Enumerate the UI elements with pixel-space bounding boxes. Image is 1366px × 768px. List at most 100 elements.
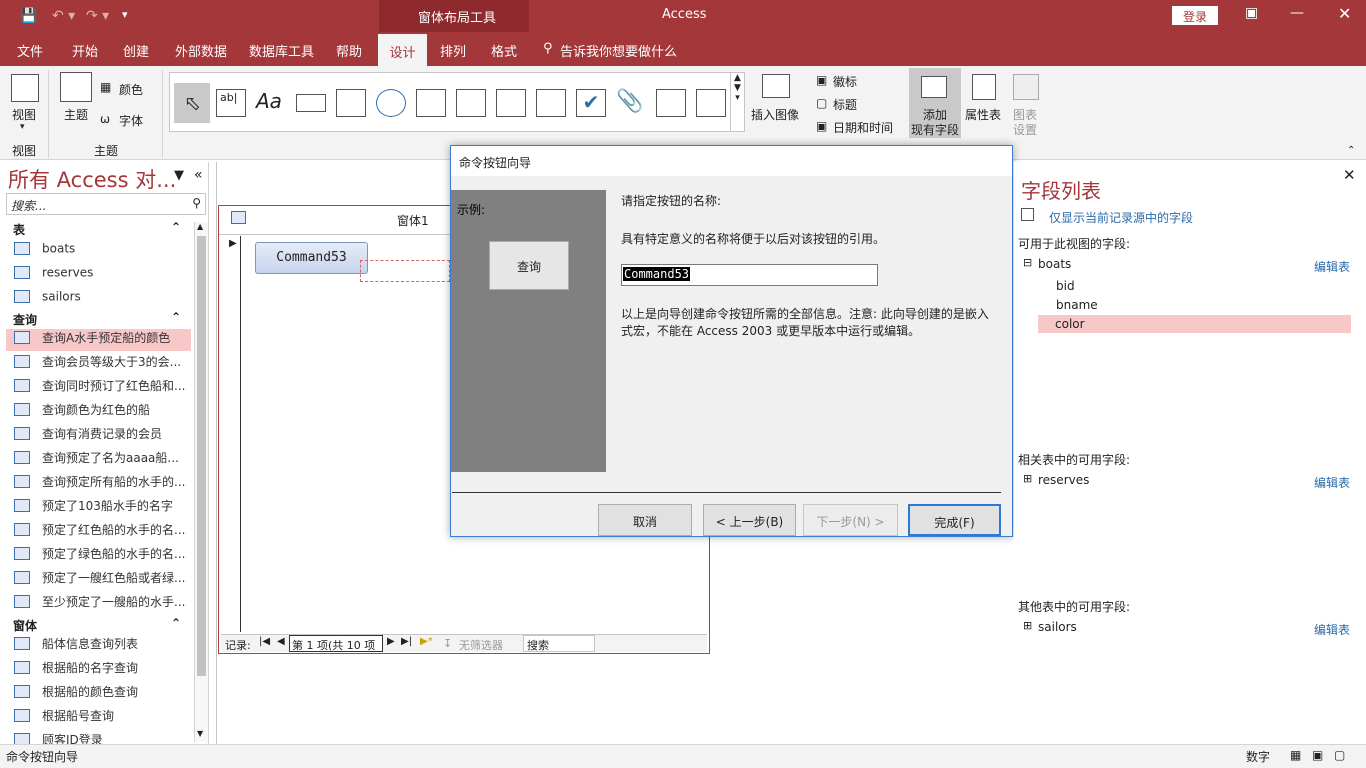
ribbon-display-icon[interactable]: ▣ — [1245, 5, 1258, 21]
nav-query-item[interactable]: 查询有消费记录的会员 — [14, 425, 194, 447]
label-control-icon[interactable]: Aa — [256, 89, 286, 117]
first-record-icon[interactable]: |◀ — [259, 636, 270, 647]
show-current-only-link[interactable]: 仅显示当前记录源中的字段 — [1049, 209, 1193, 226]
form-tab-title[interactable]: 窗体1 — [397, 212, 429, 229]
colors-button[interactable]: 颜色 — [119, 81, 143, 98]
tab-external-data[interactable]: 外部数据 — [175, 41, 227, 60]
nav-form-item[interactable]: 顾客ID登录 — [14, 731, 194, 744]
nav-table-item[interactable]: boats — [14, 241, 194, 263]
close-icon[interactable]: ✕ — [1338, 4, 1351, 23]
customize-qat-icon[interactable]: ▾ — [122, 8, 128, 21]
expand-icon[interactable]: ⊞ — [1023, 619, 1032, 632]
tables-collapse-icon[interactable]: ⌃ — [171, 220, 181, 234]
form-view-icon[interactable]: ▦ — [1290, 748, 1301, 762]
tab-design[interactable]: 设计 — [378, 34, 427, 66]
property-sheet-icon[interactable] — [972, 74, 996, 100]
tab-control-icon[interactable] — [336, 89, 366, 117]
nav-query-item[interactable]: 查询预定所有船的水手的... — [14, 473, 194, 495]
cancel-button[interactable]: 取消 — [598, 504, 692, 536]
nav-query-item[interactable]: 至少预定了一艘船的水手... — [14, 593, 194, 615]
edit-table-link[interactable]: 编辑表 — [1314, 258, 1350, 275]
field-item[interactable]: bid — [1056, 279, 1075, 293]
datetime-icon[interactable]: ▣ — [816, 119, 827, 133]
redo-icon[interactable]: ↷ ▾ — [86, 8, 109, 24]
theme-icon[interactable] — [60, 72, 92, 102]
view-button[interactable]: 视图 — [12, 106, 36, 123]
nav-title[interactable]: 所有 Access 对... — [8, 164, 176, 194]
collapse-icon[interactable]: ⊟ — [1023, 256, 1032, 269]
colors-icon[interactable]: ▦ — [100, 80, 111, 94]
close-icon[interactable]: ✕ — [1343, 166, 1356, 184]
option-group-icon[interactable] — [496, 89, 526, 117]
checkbox-control-icon[interactable]: ✔ — [576, 89, 606, 117]
image-control-icon[interactable] — [696, 89, 726, 117]
nav-query-item[interactable]: 查询颜色为红色的船 — [14, 401, 194, 423]
tab-home[interactable]: 开始 — [72, 41, 98, 60]
queries-collapse-icon[interactable]: ⌃ — [171, 310, 181, 324]
layout-view-icon[interactable]: ▣ — [1312, 748, 1323, 762]
insert-image-icon[interactable] — [762, 74, 790, 98]
title-button[interactable]: 标题 — [833, 96, 857, 113]
design-view-icon[interactable]: ▢ — [1334, 748, 1345, 762]
edit-table-link[interactable]: 编辑表 — [1314, 474, 1350, 491]
nav-query-item[interactable]: 预定了一艘红色船或者绿... — [14, 569, 194, 591]
tab-database-tools[interactable]: 数据库工具 — [249, 41, 314, 60]
collapse-ribbon-icon[interactable]: ⌃ — [1347, 145, 1355, 156]
nav-query-item[interactable]: 查询同时预订了红色船和... — [14, 377, 194, 399]
nav-query-item[interactable]: 查询预定了名为aaaa船... — [14, 449, 194, 471]
nav-form-item[interactable]: 船体信息查询列表 — [14, 635, 194, 657]
forms-header[interactable]: 窗体 — [13, 617, 37, 634]
attachment-control-icon[interactable]: 📎 — [616, 89, 646, 117]
field-table-sailors[interactable]: sailors — [1038, 620, 1077, 634]
web-browser-control-icon[interactable] — [416, 89, 446, 117]
record-selector-icon[interactable]: ▶ — [229, 238, 237, 249]
login-button[interactable]: 登录 — [1172, 6, 1218, 25]
tell-me-box[interactable]: 告诉我你想要做什么 — [560, 41, 677, 60]
forms-collapse-icon[interactable]: ⌃ — [171, 616, 181, 630]
view-icon[interactable] — [11, 74, 39, 102]
tab-format[interactable]: 格式 — [491, 41, 517, 60]
nav-table-item[interactable]: sailors — [14, 289, 194, 311]
field-item-selected[interactable]: color — [1038, 315, 1351, 333]
theme-button[interactable]: 主题 — [64, 106, 88, 123]
new-record-icon[interactable]: ▶* — [420, 636, 433, 647]
nav-collapse-icon[interactable]: « — [194, 167, 203, 183]
field-table-boats[interactable]: boats — [1038, 257, 1071, 271]
nav-form-item[interactable]: 根据船的颜色查询 — [14, 683, 194, 705]
list-box-icon[interactable] — [656, 89, 686, 117]
gallery-scroll[interactable]: ▲ ▼ ▾ — [730, 73, 744, 131]
nav-menu-icon[interactable]: ▼ — [174, 168, 184, 183]
page-break-icon[interactable] — [536, 89, 566, 117]
nav-query-item[interactable]: 预定了绿色船的水手的名... — [14, 545, 194, 567]
nav-form-item[interactable]: 根据船的名字查询 — [14, 659, 194, 681]
finish-button[interactable]: 完成(F) — [908, 504, 1001, 536]
add-fields-button[interactable]: 添加 现有字段 — [909, 68, 961, 138]
textbox-control-icon[interactable]: ab| — [216, 89, 246, 117]
tell-me-icon[interactable]: ⚲ — [543, 41, 553, 56]
command-button[interactable]: Command53 — [255, 242, 368, 274]
field-item[interactable]: bname — [1056, 298, 1098, 312]
logo-button[interactable]: 徽标 — [833, 73, 857, 90]
button-name-input[interactable]: Command53 — [621, 264, 878, 286]
search-icon[interactable]: ⚲ — [192, 196, 201, 210]
next-record-icon[interactable]: ▶ — [387, 636, 395, 647]
nav-table-item[interactable]: reserves — [14, 265, 194, 287]
expand-icon[interactable]: ⊞ — [1023, 472, 1032, 485]
title-icon[interactable]: ▢ — [816, 96, 827, 110]
last-record-icon[interactable]: ▶| — [401, 636, 412, 647]
view-dropdown-icon[interactable]: ▾ — [20, 122, 25, 132]
minimize-icon[interactable]: — — [1290, 5, 1304, 21]
edit-table-link[interactable]: 编辑表 — [1314, 621, 1350, 638]
back-button[interactable]: < 上一步(B) — [703, 504, 796, 536]
nav-query-item[interactable]: 查询会员等级大于3的会... — [14, 353, 194, 375]
tab-help[interactable]: 帮助 — [336, 41, 362, 60]
nav-scrollbar[interactable]: ▲ ▼ — [194, 222, 208, 742]
nav-query-item[interactable]: 预定了103船水手的名字 — [14, 497, 194, 519]
select-tool-icon[interactable]: ⬁ — [174, 83, 210, 123]
tab-file[interactable]: 文件 — [17, 41, 43, 60]
nav-query-item[interactable]: 预定了红色船的水手的名... — [14, 521, 194, 543]
nav-form-item[interactable]: 根据船号查询 — [14, 707, 194, 729]
queries-header[interactable]: 查询 — [13, 311, 37, 328]
nav-query-item[interactable]: 查询A水手预定船的颜色 — [6, 329, 191, 351]
tab-arrange[interactable]: 排列 — [440, 41, 466, 60]
